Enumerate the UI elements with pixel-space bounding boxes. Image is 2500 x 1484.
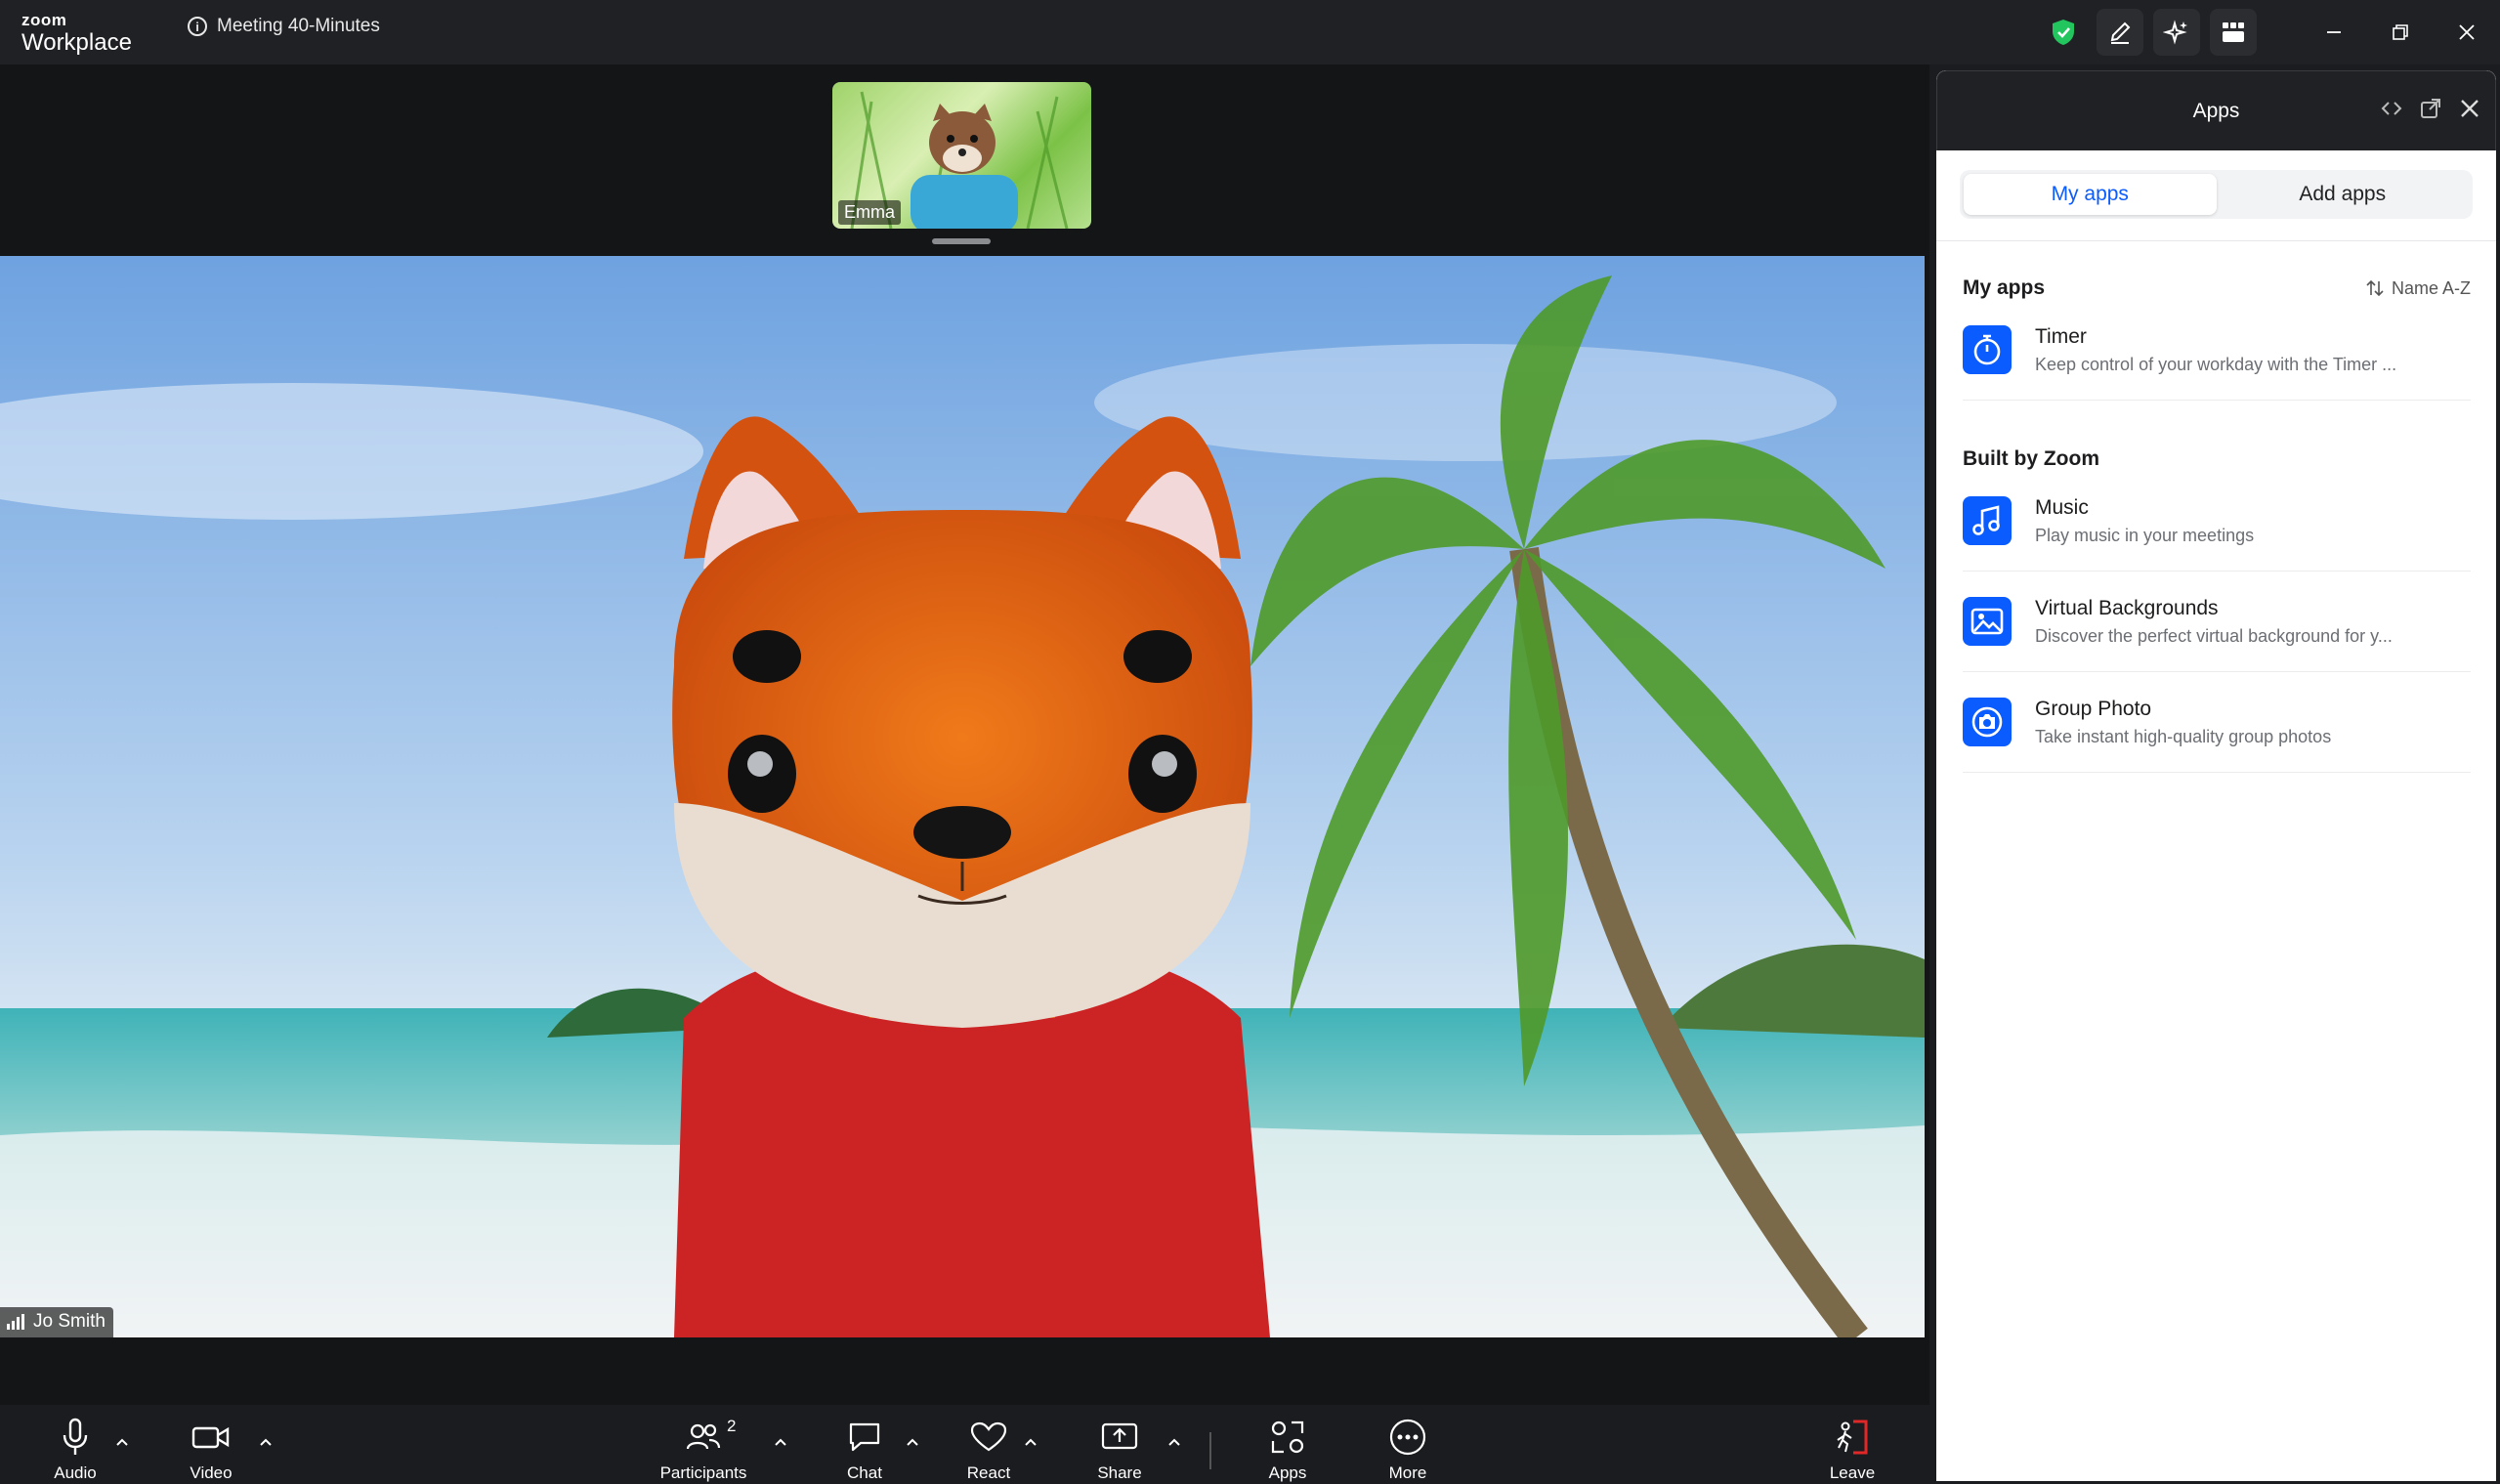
app-name: Virtual Backgrounds (2035, 596, 2219, 619)
thumbnail-name: Emma (838, 200, 902, 225)
participants-options-chevron-icon[interactable] (771, 1432, 790, 1452)
app-name: Timer (2035, 324, 2087, 348)
meeting-title: Meeting 40-Minutes (217, 16, 380, 36)
leave-button[interactable]: Leave (1794, 1417, 1911, 1483)
microphone-icon (63, 1418, 88, 1455)
zoom-workplace-logo: zoom Workplace (21, 12, 132, 55)
apps-panel: Apps My apps Add apps My apps Name A-Z T… (1936, 70, 2496, 1481)
video-button[interactable]: Video (152, 1417, 270, 1483)
tab-my-apps[interactable]: My apps (1964, 174, 2217, 215)
audio-label: Audio (54, 1463, 97, 1482)
chat-label: Chat (847, 1463, 882, 1482)
title-bar-actions (2035, 0, 2500, 64)
signal-strength-icon (7, 1314, 24, 1330)
app-description: Take instant high-quality group photos (2035, 726, 2332, 746)
video-options-chevron-icon[interactable] (256, 1432, 275, 1452)
pop-out-icon[interactable] (2419, 97, 2442, 125)
main-video[interactable]: Jo Smith (0, 256, 1925, 1337)
more-button[interactable]: More (1349, 1417, 1466, 1483)
apps-panel-header-actions (2380, 97, 2481, 125)
participant-name: Jo Smith (33, 1311, 106, 1332)
timer-icon (1963, 325, 2012, 374)
built-by-zoom-title: Built by Zoom (1963, 447, 2099, 470)
shield-check-icon[interactable] (2040, 9, 2087, 56)
apps-icon (1271, 1420, 1304, 1454)
app-description: Keep control of your workday with the Ti… (2035, 354, 2397, 374)
avatar-video-feed (0, 256, 1925, 1337)
meeting-info-button[interactable]: i Meeting 40-Minutes (188, 16, 380, 37)
brand-bottom: Workplace (21, 29, 132, 56)
grid-icon[interactable] (2210, 9, 2257, 56)
built-by-zoom-section-header: Built by Zoom (1936, 447, 2496, 471)
video-label: Video (190, 1463, 233, 1482)
app-description: Discover the perfect virtual background … (2035, 625, 2393, 646)
minimize-icon[interactable] (2301, 0, 2367, 64)
chat-bubble-icon (849, 1422, 880, 1452)
zoom-window: zoom Workplace i Meeting 40-Minutes Emma… (0, 0, 2500, 1484)
participants-icon (686, 1423, 721, 1450)
tab-add-apps[interactable]: Add apps (2217, 174, 2470, 215)
title-bar: zoom Workplace i Meeting 40-Minutes (0, 0, 2500, 64)
apps-panel-title: Apps (2192, 99, 2240, 122)
apps-tabs: My apps Add apps (1960, 170, 2473, 219)
react-options-chevron-icon[interactable] (1021, 1432, 1040, 1452)
share-screen-icon (1101, 1422, 1138, 1450)
app-item-virtual-backgrounds[interactable]: Virtual Backgrounds Discover the perfect… (1963, 572, 2471, 672)
app-description: Play music in your meetings (2035, 525, 2255, 545)
participants-button[interactable]: 2 Participants (645, 1417, 762, 1483)
react-label: React (966, 1463, 1011, 1482)
share-button[interactable]: Share (1061, 1417, 1178, 1483)
pencil-icon[interactable] (2097, 9, 2143, 56)
share-options-chevron-icon[interactable] (1165, 1432, 1184, 1452)
toolbar-divider (1209, 1432, 1211, 1469)
sort-label: Name A-Z (2391, 277, 2471, 298)
apps-button[interactable]: Apps (1229, 1417, 1346, 1483)
app-item-timer[interactable]: Timer Keep control of your workday with … (1963, 300, 2471, 401)
chat-options-chevron-icon[interactable] (903, 1432, 922, 1452)
brand-top: zoom (21, 11, 67, 29)
apps-panel-header: Apps (1936, 70, 2496, 150)
participants-count: 2 (727, 1417, 737, 1435)
more-label: More (1388, 1463, 1427, 1482)
share-label: Share (1097, 1463, 1142, 1482)
leave-door-icon (1837, 1420, 1868, 1455)
sort-arrows-icon (2366, 279, 2384, 297)
leave-label: Leave (1829, 1463, 1876, 1482)
sort-button[interactable]: Name A-Z (2366, 278, 2471, 299)
camera-icon (1963, 698, 2012, 746)
info-icon: i (188, 17, 207, 36)
app-item-music[interactable]: Music Play music in your meetings (1963, 471, 2471, 572)
meeting-stage: Emma Jo Smith (0, 64, 1929, 1405)
app-name: Music (2035, 495, 2089, 519)
app-item-group-photo[interactable]: Group Photo Take instant high-quality gr… (1963, 672, 2471, 773)
my-apps-section-header: My apps Name A-Z (1936, 276, 2496, 300)
my-apps-section-title: My apps (1963, 276, 2046, 299)
participant-thumbnail[interactable]: Emma (832, 82, 1091, 229)
landscape-icon (1963, 597, 2012, 646)
app-name: Group Photo (2035, 697, 2152, 720)
participant-name-tag: Jo Smith (0, 1307, 113, 1337)
apps-label: Apps (1268, 1463, 1307, 1482)
tabs-divider (1936, 240, 2496, 241)
close-panel-icon[interactable] (2458, 97, 2481, 125)
restore-icon[interactable] (2367, 0, 2434, 64)
collapse-arrows-icon[interactable] (2380, 97, 2403, 125)
heart-icon (970, 1421, 1007, 1452)
close-icon[interactable] (2434, 0, 2500, 64)
video-camera-icon (191, 1426, 230, 1449)
meeting-toolbar: Audio Video 2 Participants Chat React Sh… (0, 1405, 1929, 1484)
thumbnail-drag-handle[interactable] (932, 238, 991, 244)
participants-label: Participants (659, 1463, 747, 1482)
music-note-icon (1963, 496, 2012, 545)
sparkle-icon[interactable] (2153, 9, 2200, 56)
more-dots-icon (1389, 1419, 1426, 1456)
audio-options-chevron-icon[interactable] (112, 1432, 132, 1452)
